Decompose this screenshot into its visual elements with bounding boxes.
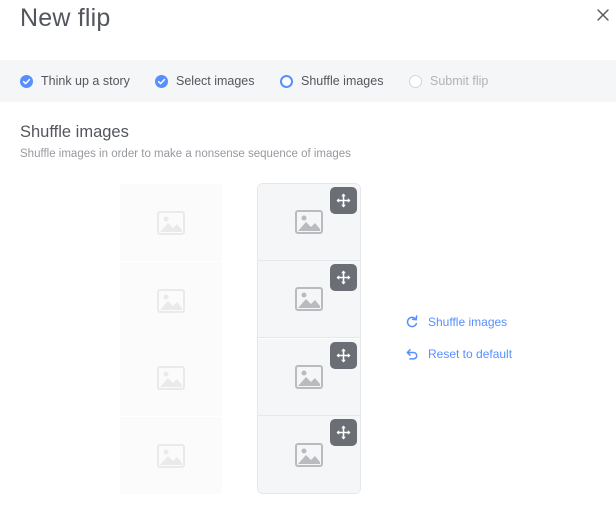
image-placeholder-icon [157, 288, 185, 313]
reset-to-default-button[interactable]: Reset to default [406, 347, 512, 361]
image-slot[interactable] [258, 416, 360, 493]
reset-to-default-label: Reset to default [428, 347, 513, 361]
step-think-up-a-story[interactable]: Think up a story [20, 60, 130, 102]
ghost-image-slot [120, 339, 222, 416]
step-submit-flip[interactable]: Submit flip [409, 60, 488, 102]
image-slot[interactable] [258, 339, 360, 416]
move-handle-button[interactable] [330, 342, 357, 369]
ghost-image-slot [120, 262, 222, 339]
check-circle-icon [155, 74, 168, 88]
image-placeholder-icon [295, 365, 323, 389]
step-label: Shuffle images [301, 74, 384, 88]
image-slot[interactable] [258, 184, 360, 261]
move-handle-button[interactable] [330, 419, 357, 446]
image-placeholder-icon [157, 210, 185, 235]
dialog-title: New flip [20, 4, 111, 32]
stepper: Think up a story Select images Shuffle i… [0, 60, 616, 102]
step-label: Select images [176, 74, 255, 88]
refresh-icon [406, 315, 418, 328]
move-arrows-icon [336, 348, 351, 363]
original-order-column [120, 184, 222, 494]
shuffle-order-column [257, 183, 361, 494]
move-arrows-icon [336, 193, 351, 208]
move-arrows-icon [336, 425, 351, 440]
step-label: Submit flip [430, 74, 489, 88]
pending-step-icon [409, 74, 422, 88]
close-icon[interactable] [596, 8, 612, 24]
undo-icon [406, 349, 418, 360]
shuffle-images-label: Shuffle images [428, 315, 508, 329]
image-slot[interactable] [258, 261, 360, 338]
image-placeholder-icon [295, 210, 323, 234]
step-shuffle-images[interactable]: Shuffle images [280, 60, 383, 102]
image-placeholder-icon [295, 442, 323, 467]
section-subtitle: Shuffle images in order to make a nonsen… [20, 148, 351, 160]
section-title: Shuffle images [20, 123, 129, 141]
shuffle-images-button[interactable]: Shuffle images [406, 315, 507, 329]
active-step-icon [280, 74, 293, 88]
ghost-image-slot [120, 184, 222, 261]
check-circle-icon [20, 74, 33, 88]
image-placeholder-icon [157, 443, 185, 468]
move-arrows-icon [336, 270, 351, 285]
step-select-images[interactable]: Select images [155, 60, 255, 102]
move-handle-button[interactable] [330, 264, 357, 291]
step-label: Think up a story [41, 74, 130, 88]
image-placeholder-icon [157, 365, 185, 390]
move-handle-button[interactable] [330, 187, 357, 214]
ghost-image-slot [120, 417, 222, 494]
image-placeholder-icon [295, 287, 323, 311]
